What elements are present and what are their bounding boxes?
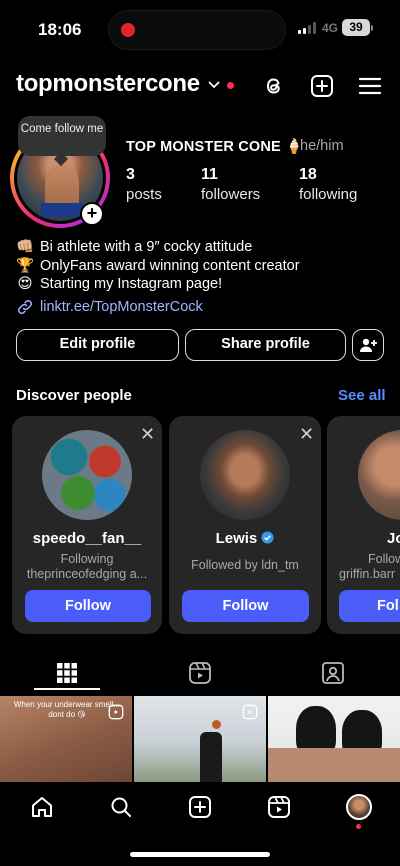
link-icon (17, 299, 33, 315)
heart-eyes-emoji-icon: 😍 (17, 276, 33, 292)
home-icon[interactable] (28, 793, 56, 821)
posts-count[interactable]: 3 (126, 166, 135, 184)
share-profile-button[interactable]: Share profile (185, 329, 346, 361)
suggestion-context: Following (60, 552, 114, 566)
add-story-plus-icon[interactable]: + (80, 202, 104, 226)
status-time: 18:06 (38, 20, 82, 39)
suggestion-username[interactable]: Jo (387, 530, 400, 547)
close-icon[interactable]: ✕ (140, 424, 155, 445)
suggestion-card: ✕ speedo__fan__ Following theprinceofedg… (12, 416, 162, 634)
discover-people-button[interactable] (352, 329, 384, 361)
grid-post[interactable] (134, 696, 266, 782)
dynamic-island (108, 10, 286, 50)
follow-button[interactable]: Fol (339, 590, 400, 622)
grid-tab-icon[interactable] (54, 660, 80, 686)
link-text[interactable]: linktr.ee/TopMonsterCock (40, 299, 203, 315)
reel-icon (108, 704, 124, 720)
followers-label[interactable]: followers (201, 186, 260, 203)
bio-text: Starting my Instagram page! (40, 276, 223, 292)
reels-icon[interactable] (265, 793, 293, 821)
suggestion-context: griffin.barr (339, 567, 396, 581)
bio-line: 😍 Starting my Instagram page! (16, 275, 222, 293)
bio-link[interactable]: linktr.ee/TopMonsterCock (16, 298, 203, 316)
account-switcher-username[interactable]: topmonstercone (16, 70, 200, 98)
notification-dot (227, 82, 234, 89)
signal-icon (298, 22, 316, 34)
see-all-link[interactable]: See all (338, 387, 386, 404)
threads-icon[interactable] (260, 72, 288, 100)
suggestion-card: Jo Follow griffin.barr Fol (327, 416, 400, 634)
display-name: TOP MONSTER CONE 🍦 (126, 139, 304, 155)
grid-post[interactable] (268, 696, 400, 782)
story-note-tooltip[interactable]: Come follow me (18, 116, 106, 156)
create-post-icon[interactable] (308, 72, 336, 100)
close-icon[interactable]: ✕ (299, 424, 314, 445)
home-indicator[interactable] (130, 852, 270, 857)
recording-indicator-icon (121, 23, 135, 37)
suggestion-avatar[interactable] (42, 430, 132, 520)
pronouns: he/him (300, 138, 344, 154)
trophy-emoji-icon: 🏆 (16, 258, 35, 274)
search-icon[interactable] (107, 793, 135, 821)
suggestion-name[interactable]: Lewis (216, 530, 258, 547)
suggestion-context: theprinceofedging a... (26, 567, 148, 581)
followers-count[interactable]: 11 (201, 166, 218, 184)
follow-button[interactable]: Follow (182, 590, 309, 622)
suggestion-context: Followed by ldn_tm (191, 558, 299, 572)
suggestion-card: ✕ Lewis Followed by ldn_tm Follow (169, 416, 321, 634)
fist-emoji-icon: 👊🏼 (16, 239, 35, 255)
discover-people-title: Discover people (16, 387, 132, 404)
bio-line: 👊🏼 Bi athlete with a 9″ cocky attitude (16, 238, 252, 256)
battery-tip (371, 25, 373, 31)
new-post-icon[interactable] (186, 793, 214, 821)
suggestion-context: Follow (368, 552, 400, 566)
network-type: 4G (322, 21, 339, 35)
active-tab-indicator (34, 688, 100, 690)
reel-icon (242, 704, 258, 720)
suggestion-username[interactable]: Lewis (169, 530, 321, 547)
suggestion-avatar[interactable] (200, 430, 290, 520)
verified-badge-icon (261, 531, 274, 544)
suggestion-username[interactable]: speedo__fan__ (12, 530, 162, 547)
bio-text: Bi athlete with a 9″ cocky attitude (40, 239, 253, 255)
posts-label[interactable]: posts (126, 186, 162, 203)
grid-post[interactable]: When your underwear smell... dont do 😘 (0, 696, 132, 782)
profile-notification-dot (356, 824, 361, 829)
following-label[interactable]: following (299, 186, 357, 203)
following-count[interactable]: 18 (299, 166, 317, 184)
profile-tab-avatar[interactable] (345, 793, 373, 821)
bio-text: OnlyFans award winning content creator (40, 258, 300, 274)
suggestion-avatar[interactable] (358, 430, 400, 520)
edit-profile-button[interactable]: Edit profile (16, 329, 179, 361)
menu-icon[interactable] (356, 72, 384, 100)
add-person-icon (360, 338, 377, 352)
follow-button[interactable]: Follow (25, 590, 151, 622)
chevron-down-icon[interactable] (208, 80, 220, 90)
bio-line: 🏆 OnlyFans award winning content creator (16, 257, 300, 275)
reels-tab-icon[interactable] (187, 660, 213, 686)
battery-icon: 39 (342, 19, 370, 36)
tagged-tab-icon[interactable] (320, 660, 346, 686)
